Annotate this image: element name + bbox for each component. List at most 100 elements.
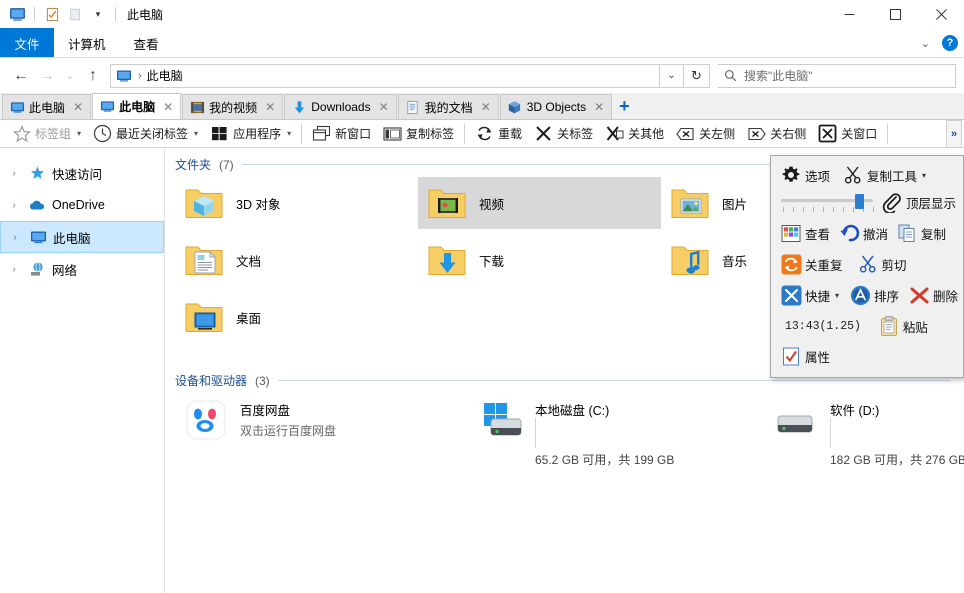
computer-icon [9, 99, 25, 115]
up-button[interactable]: ↑ [80, 63, 106, 89]
sidebar-item-label: 此电脑 [53, 231, 91, 246]
float-undo-button[interactable]: 撤消 [835, 220, 891, 246]
close-icon[interactable]: ✕ [263, 100, 277, 114]
close-icon[interactable]: ✕ [71, 100, 85, 114]
refresh-button[interactable]: ↻ [684, 63, 710, 88]
chevron-down-icon[interactable]: ▾ [192, 129, 198, 138]
tab-label: 此电脑 [119, 100, 156, 114]
ribbon-tab-computer[interactable]: 计算机 [54, 28, 120, 58]
group-title: 文件夹 [175, 158, 212, 172]
toolbar-recently-closed-tabs[interactable]: 最近关闭标签 ▾ [87, 121, 204, 147]
window-title: 此电脑 [127, 7, 164, 22]
chevron-right-icon[interactable]: › [6, 200, 22, 211]
minimize-button[interactable] [826, 0, 872, 28]
qat-dropdown-arrow[interactable]: ▾ [89, 5, 107, 23]
float-top-display-button[interactable]: 顶层显示 [878, 189, 959, 215]
recent-locations-button[interactable]: ⌄ [60, 63, 80, 89]
float-copy-button[interactable]: 复制 [893, 220, 949, 246]
toolbar-reload[interactable]: 重载 [469, 121, 528, 147]
float-properties-button[interactable]: 属性 [777, 343, 833, 369]
toolbar-close-right[interactable]: 关右侧 [741, 121, 812, 147]
help-icon[interactable]: ? [942, 35, 958, 51]
float-close-duplicate-button[interactable]: 关重复 [777, 251, 846, 277]
chevron-down-icon[interactable]: ▾ [75, 129, 81, 138]
sidebar-item-quick-access[interactable]: › 快速访问 [0, 157, 164, 189]
close-icon[interactable]: ✕ [479, 100, 493, 114]
chevron-down-icon[interactable]: ⌄ [917, 37, 934, 50]
device-item-baidu-netdisk[interactable]: 百度网盘 双击运行百度网盘 [175, 393, 470, 468]
computer-icon[interactable] [8, 5, 26, 23]
float-view-button[interactable]: 查看 [777, 220, 833, 246]
toolbar-tab-groups[interactable]: 标签组 ▾ [6, 121, 87, 147]
new-tab-button[interactable]: + [613, 97, 636, 115]
chevron-right-icon[interactable]: › [6, 264, 22, 275]
toolbar-close-left[interactable]: 关左侧 [670, 121, 741, 147]
toolbar-overflow-button[interactable]: » [946, 120, 962, 148]
new-folder-icon[interactable] [66, 5, 84, 23]
float-label: 查看 [805, 227, 831, 242]
opacity-slider[interactable] [781, 193, 875, 213]
device-name: 软件 (D:) [830, 404, 880, 418]
tab-3d-objects[interactable]: 3D Objects ✕ [499, 94, 613, 119]
forward-button[interactable]: → [34, 63, 60, 89]
drive-icon [478, 399, 524, 441]
float-options-button[interactable]: 选项 [777, 162, 833, 188]
chevron-right-icon[interactable]: › [7, 232, 23, 243]
folder-item-videos[interactable]: 视频 [418, 177, 661, 229]
ribbon-divider [0, 57, 964, 58]
close-button[interactable] [918, 0, 964, 28]
breadcrumb-current[interactable]: 此电脑 [147, 67, 183, 84]
tab-downloads[interactable]: Downloads ✕ [284, 94, 397, 119]
float-sort-button[interactable]: 排序 [846, 282, 902, 308]
tab-this-pc-2[interactable]: 此电脑 ✕ [92, 93, 182, 119]
slider-thumb[interactable] [855, 194, 864, 209]
close-icon[interactable]: ✕ [161, 100, 175, 114]
ribbon-tab-view[interactable]: 查看 [120, 28, 173, 58]
toolbar-close-window[interactable]: 关窗口 [812, 121, 883, 147]
address-field[interactable]: › 此电脑 [110, 63, 660, 88]
float-shortcut-button[interactable]: 快捷 ▾ [777, 282, 842, 308]
folder-item-3d-objects[interactable]: 3D 对象 [175, 177, 418, 229]
toolbar-new-window[interactable]: 新窗口 [306, 121, 377, 147]
back-button[interactable]: ← [8, 63, 34, 89]
chevron-down-icon[interactable]: ▾ [833, 291, 839, 300]
sidebar-item-this-pc[interactable]: › 此电脑 [0, 221, 164, 253]
device-info: 百度网盘 双击运行百度网盘 [240, 399, 336, 439]
tab-my-documents[interactable]: 我的文档 ✕ [397, 94, 499, 119]
tab-my-videos[interactable]: 我的视频 ✕ [182, 94, 284, 119]
folder-label: 下载 [479, 254, 505, 269]
properties-icon[interactable] [43, 5, 61, 23]
maximize-button[interactable] [872, 0, 918, 28]
drive-free-space: 182 GB 可用，共 276 GB [830, 453, 964, 467]
device-info: 软件 (D:) 182 GB 可用，共 276 GB [830, 399, 964, 468]
toolbar-label: 新窗口 [335, 127, 372, 141]
toolbar-label: 关标签 [557, 127, 594, 141]
sidebar-item-onedrive[interactable]: › OneDrive [0, 189, 164, 221]
device-item-local-disk-c[interactable]: 本地磁盘 (C:) 65.2 GB 可用，共 199 GB [470, 393, 765, 468]
ribbon-tab-file[interactable]: 文件 [0, 28, 54, 58]
search-box[interactable]: 搜索"此电脑" [718, 63, 956, 88]
close-icon[interactable]: ✕ [592, 100, 606, 114]
float-copy-tool-button[interactable]: 复制工具 ▾ [839, 162, 929, 188]
tab-label: 我的文档 [424, 100, 473, 115]
chevron-right-icon[interactable]: › [6, 168, 22, 179]
tab-strip: 此电脑 ✕ 此电脑 ✕ 我的视频 ✕ Downloads ✕ 我的文档 ✕ 3D… [0, 93, 964, 120]
folder-item-desktop[interactable]: 桌面 [175, 291, 418, 343]
gear-icon [780, 164, 802, 186]
chevron-down-icon[interactable]: ▾ [285, 129, 291, 138]
toolbar-close-others[interactable]: 关其他 [599, 121, 670, 147]
folder-item-downloads[interactable]: 下载 [418, 234, 661, 286]
close-icon[interactable]: ✕ [377, 100, 391, 114]
toolbar-applications[interactable]: 应用程序 ▾ [204, 121, 297, 147]
folder-item-documents[interactable]: 文档 [175, 234, 418, 286]
float-delete-button[interactable]: 删除 [905, 282, 961, 308]
address-dropdown-button[interactable]: ⌄ [660, 63, 684, 88]
toolbar-close-tab[interactable]: 关标签 [528, 121, 599, 147]
tab-this-pc-1[interactable]: 此电脑 ✕ [2, 94, 92, 119]
device-item-software-d[interactable]: 软件 (D:) 182 GB 可用，共 276 GB [765, 393, 964, 468]
float-cut-button[interactable]: 剪切 [854, 251, 910, 277]
toolbar-clone-tab[interactable]: 复制标签 [377, 121, 460, 147]
float-paste-button[interactable]: 粘贴 [875, 313, 931, 339]
chevron-down-icon[interactable]: ▾ [920, 171, 926, 180]
sidebar-item-network[interactable]: › 网络 [0, 253, 164, 285]
